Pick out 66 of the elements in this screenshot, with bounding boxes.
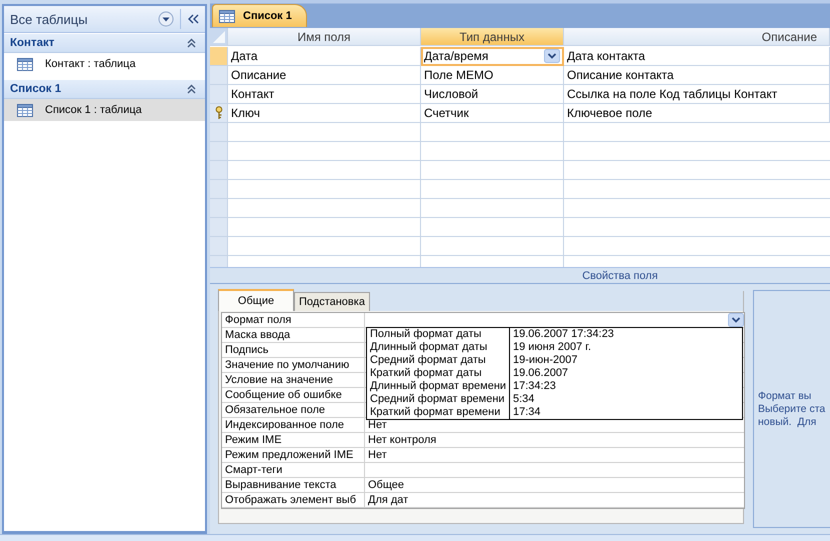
table-icon [17,58,33,70]
property-value[interactable]: Общее [365,478,744,492]
property-tab[interactable]: Общие [218,289,294,311]
property-tab[interactable]: Подстановка [294,292,370,311]
pane-title: Все таблицы [10,12,89,26]
property-label: Отображать элемент выб [222,493,365,507]
table-icon [219,10,235,22]
property-label: Условие на значение [222,373,365,387]
empty-row[interactable] [210,237,830,256]
key-icon [214,106,222,120]
column-header[interactable]: Имя поля [228,28,421,46]
help-text: Выберите ста [758,402,826,416]
property-value[interactable]: Нет контроля [365,433,744,447]
section-title: Свойства поля [582,270,658,282]
property-value[interactable]: Для дат [365,493,744,507]
collapse-icon[interactable] [186,83,197,95]
column-header[interactable]: Тип данных [421,28,564,46]
group-title: Список 1 [10,83,62,95]
list-option[interactable]: Длинный формат даты 19 июня 2007 г. [367,341,742,354]
table-cell: Дата [228,47,421,66]
nav-item[interactable]: Контакт : таблица [4,53,205,75]
table-icon [17,104,33,116]
table-cell: Числовой [421,85,564,104]
list-option[interactable]: Краткий формат даты 19.06.2007 [367,367,742,380]
nav-item[interactable]: Список 1 : таблица [4,99,205,121]
list-option[interactable]: Полный формат даты 19.06.2007 17:34:23 [367,328,742,341]
property-label: Режим IME [222,433,365,447]
property-label: Значение по умолчанию [222,358,365,372]
property-label: Индексированное поле [222,418,365,432]
group-header[interactable]: Список 1 [4,79,205,99]
property-label: Маска ввода [222,328,365,342]
collapse-icon[interactable] [186,37,197,49]
property-label: Формат поля [222,313,365,327]
list-option[interactable]: Краткий формат времени 17:34 [367,406,742,419]
property-label: Выравнивание текста [222,478,365,492]
list-option[interactable]: Длинный формат времени 17:34:23 [367,380,742,393]
list-option[interactable]: Средний формат времени 5:34 [367,393,742,406]
list-option[interactable]: Средний формат даты 19-июн-2007 [367,354,742,367]
empty-row[interactable] [210,218,830,237]
table-cell: Поле MEMO [421,66,564,85]
property-value[interactable]: Нет [365,418,744,432]
property-label: Подпись [222,343,365,357]
document-tab[interactable]: Список 1 [212,4,307,27]
empty-row[interactable] [210,161,830,180]
table-cell: Дата контакта [564,47,830,66]
collapse-pane-icon[interactable] [187,13,199,25]
empty-row[interactable] [210,142,830,161]
column-header[interactable]: Описание [564,28,830,46]
data-type-combo[interactable]: Дата/время [421,47,564,66]
table-cell: Описание [228,66,421,85]
property-value[interactable]: Нет [365,448,744,462]
help-text: Формат вы [758,390,812,402]
table-cell: Ссылка на поле Код таблицы Контакт [564,85,830,104]
table-cell: Контакт [228,85,421,104]
dropdown-icon[interactable] [158,11,174,27]
property-label: Смарт-теги [222,463,365,477]
group-title: Контакт [10,37,56,49]
property-label: Сообщение об ошибке [222,388,365,402]
group-header[interactable]: Контакт [4,33,205,53]
property-label: Режим предложений IME [222,448,365,462]
empty-row[interactable] [210,199,830,218]
help-text: новый. Для [758,416,816,428]
empty-row[interactable] [210,180,830,199]
table-cell: Описание контакта [564,66,830,85]
property-label: Обязательное поле [222,403,365,417]
row-selector[interactable] [210,104,228,123]
